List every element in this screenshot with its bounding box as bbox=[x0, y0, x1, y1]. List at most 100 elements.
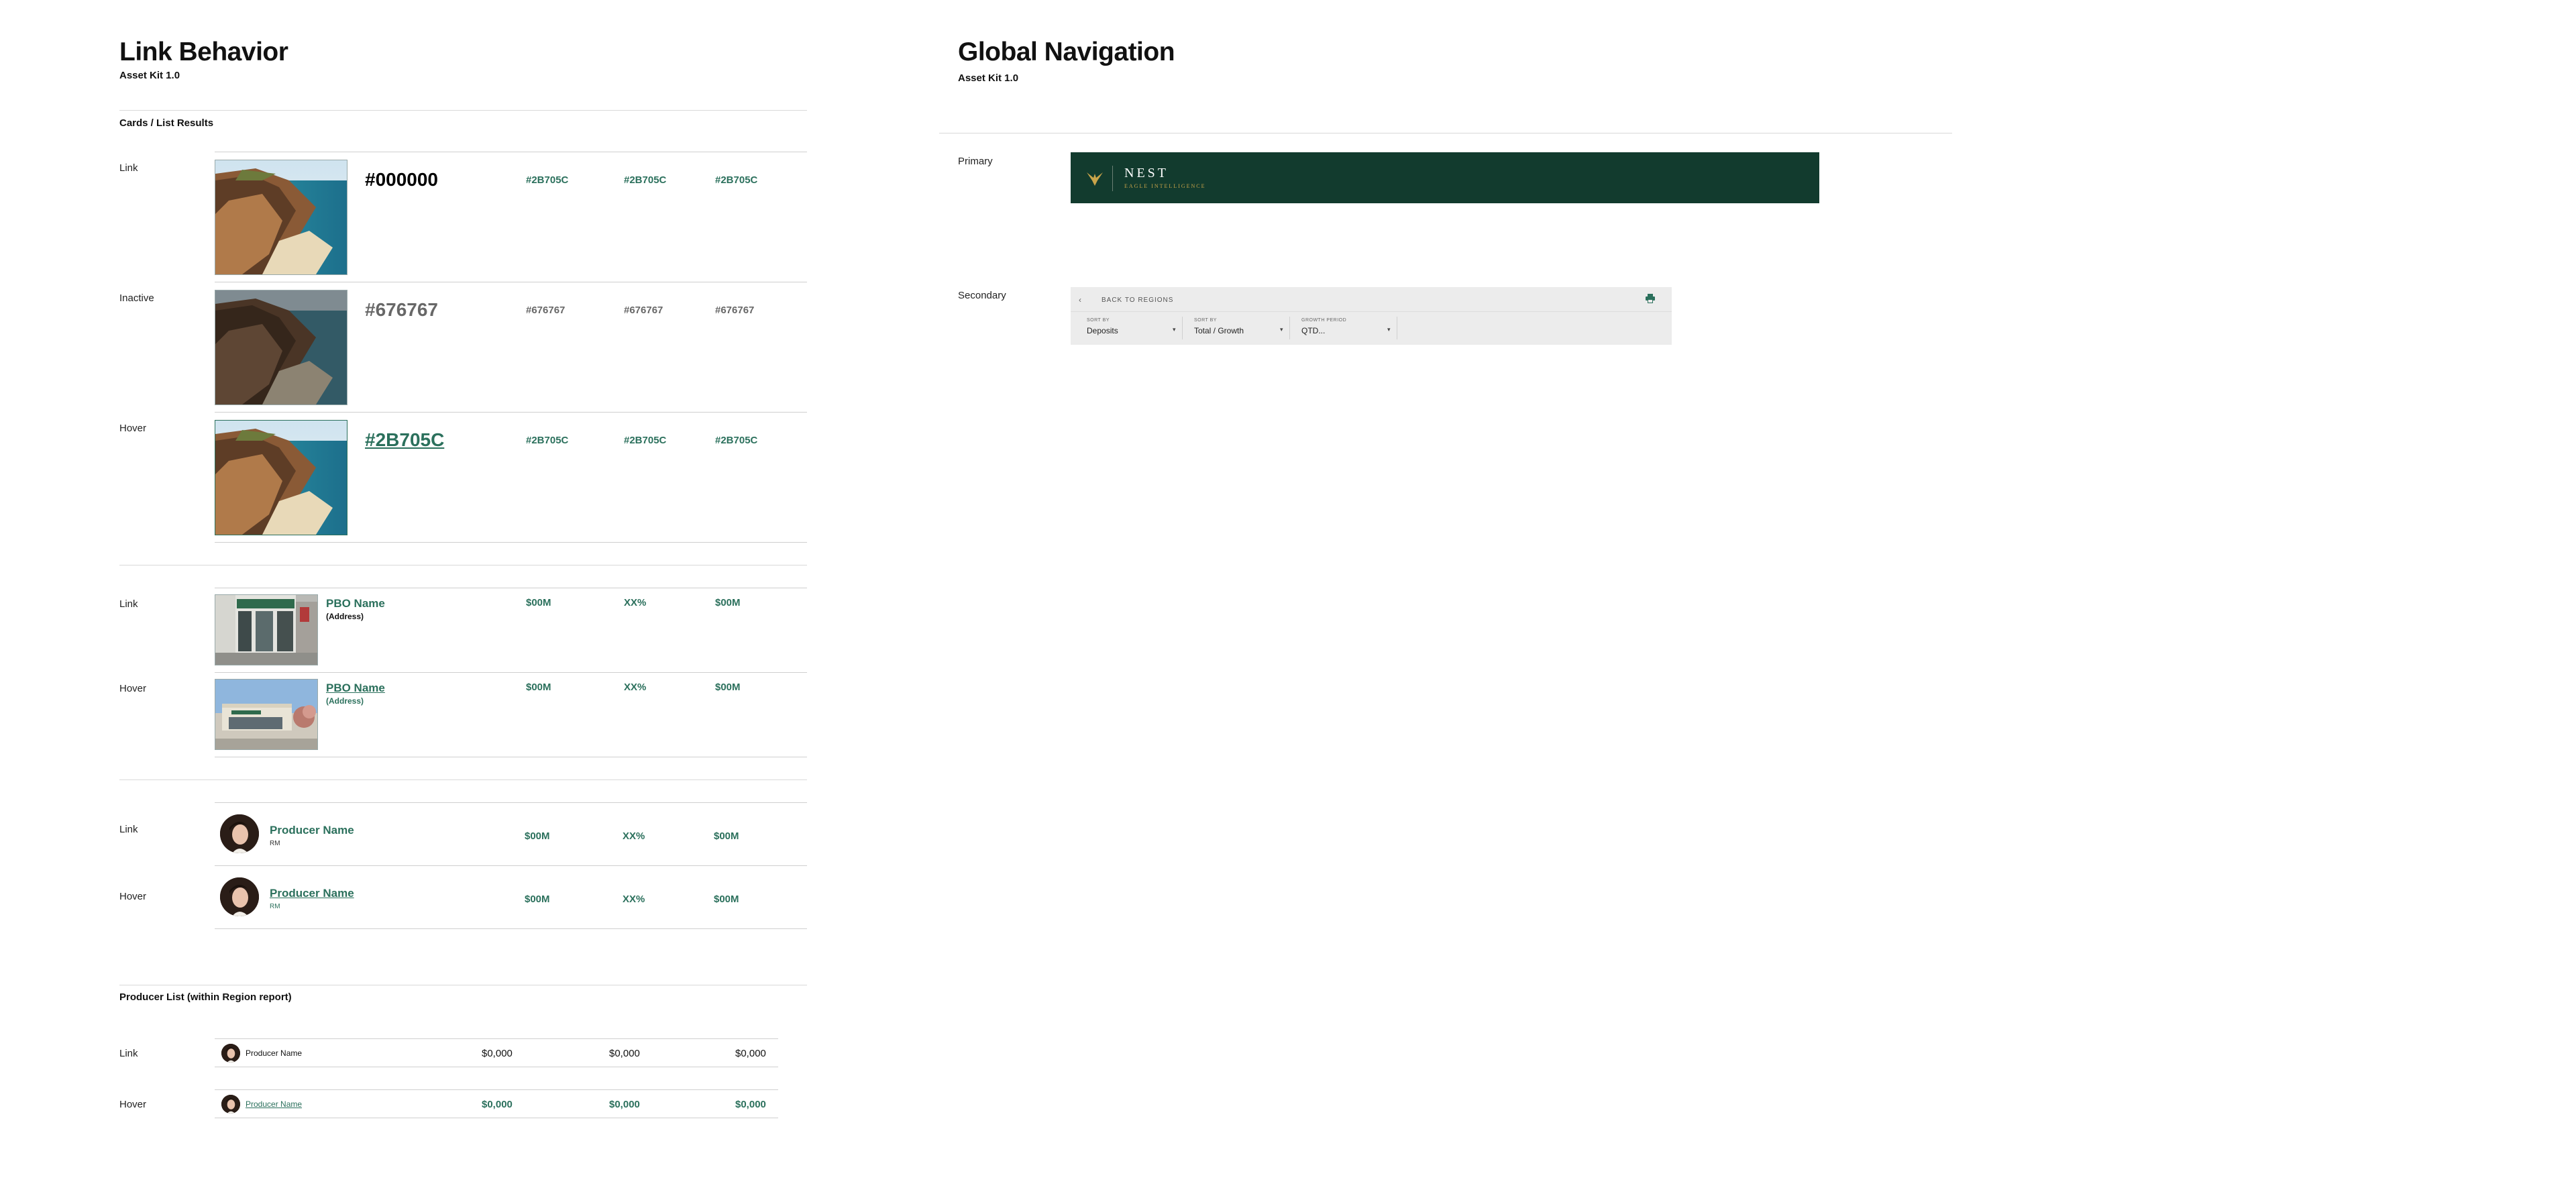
card-value: #2B705C bbox=[526, 174, 569, 186]
pbo-value: $00M bbox=[526, 682, 551, 693]
producer-value: $00M bbox=[714, 894, 739, 905]
producer-value: XX% bbox=[623, 894, 645, 905]
page-title: Link Behavior bbox=[119, 38, 288, 66]
producer-value: XX% bbox=[623, 830, 645, 842]
producer-list-value: $0,000 bbox=[482, 1099, 513, 1110]
card-thumbnail[interactable] bbox=[215, 420, 347, 535]
state-label-inactive: Inactive bbox=[119, 292, 154, 304]
card-title[interactable]: #2B705C bbox=[365, 429, 444, 451]
divider bbox=[215, 865, 807, 866]
pbo-value: XX% bbox=[624, 597, 647, 608]
pbo-thumbnail[interactable] bbox=[215, 679, 318, 750]
dropdown-caption: SORT BY bbox=[1087, 318, 1110, 323]
dropdown-caption: GROWTH PERIOD bbox=[1301, 318, 1347, 323]
producer-avatar[interactable] bbox=[220, 814, 259, 853]
pbo-value: $00M bbox=[715, 682, 741, 693]
card-title[interactable]: #000000 bbox=[365, 169, 438, 191]
producer-list-name[interactable]: Producer Name bbox=[246, 1048, 302, 1058]
divider bbox=[215, 672, 807, 673]
card-thumbnail bbox=[215, 290, 347, 405]
caret-down-icon: ▾ bbox=[1173, 326, 1176, 333]
state-label-hover: Hover bbox=[119, 683, 147, 694]
pbo-value: XX% bbox=[624, 682, 647, 693]
card-value: #2B705C bbox=[715, 435, 758, 446]
pbo-name-link[interactable]: PBO Name bbox=[326, 682, 385, 695]
dropdown-value: QTD... bbox=[1301, 326, 1326, 335]
brand-tagline: EAGLE INTELLIGENCE bbox=[1124, 183, 1206, 189]
divider bbox=[215, 412, 807, 413]
primary-label: Primary bbox=[958, 156, 993, 167]
producer-value: $00M bbox=[714, 830, 739, 842]
pbo-name-link[interactable]: PBO Name bbox=[326, 597, 385, 610]
producer-avatar[interactable] bbox=[221, 1044, 240, 1063]
producer-value: $00M bbox=[525, 830, 550, 842]
state-label-hover: Hover bbox=[119, 1099, 147, 1110]
producer-list-value: $0,000 bbox=[609, 1099, 640, 1110]
producer-list-value: $0,000 bbox=[482, 1048, 513, 1059]
state-label-link: Link bbox=[119, 162, 138, 174]
pbo-address: (Address) bbox=[326, 696, 364, 706]
page-title: Global Navigation bbox=[958, 38, 1175, 66]
state-label-hover: Hover bbox=[119, 423, 147, 434]
producer-list-value: $0,000 bbox=[735, 1048, 766, 1059]
dropdown-value: Total / Growth bbox=[1194, 326, 1244, 335]
producer-list-value: $0,000 bbox=[609, 1048, 640, 1059]
card-title: #676767 bbox=[365, 299, 439, 320]
pbo-thumbnail[interactable] bbox=[215, 594, 318, 665]
producer-value: $00M bbox=[525, 894, 550, 905]
section-title-producer-list: Producer List (within Region report) bbox=[119, 991, 292, 1003]
pbo-value: $00M bbox=[715, 597, 741, 608]
pbo-value: $00M bbox=[526, 597, 551, 608]
card-value: #2B705C bbox=[526, 435, 569, 446]
card-thumbnail[interactable] bbox=[215, 160, 347, 275]
state-label-hover: Hover bbox=[119, 891, 147, 902]
secondary-label: Secondary bbox=[958, 290, 1006, 301]
card-value: #676767 bbox=[624, 305, 663, 316]
primary-nav-bar: NEST EAGLE INTELLIGENCE bbox=[1071, 152, 1819, 203]
card-value: #676767 bbox=[715, 305, 755, 316]
page-subtitle: Asset Kit 1.0 bbox=[958, 72, 1019, 84]
caret-down-icon: ▾ bbox=[1387, 326, 1391, 333]
print-icon[interactable] bbox=[1645, 294, 1656, 303]
producer-name-link[interactable]: Producer Name bbox=[270, 824, 354, 837]
divider bbox=[215, 542, 807, 543]
producer-role: RM bbox=[270, 840, 280, 847]
eagle-icon[interactable] bbox=[1085, 170, 1104, 187]
sort-by-dropdown[interactable]: SORT BY Deposits ▾ bbox=[1076, 314, 1182, 342]
divider bbox=[119, 110, 807, 111]
brand-name[interactable]: NEST bbox=[1124, 166, 1169, 181]
growth-period-dropdown[interactable]: GROWTH PERIOD QTD... ▾ bbox=[1291, 314, 1397, 342]
divider bbox=[215, 928, 807, 929]
producer-name-link[interactable]: Producer Name bbox=[270, 887, 354, 900]
section-title-cards: Cards / List Results bbox=[119, 117, 214, 129]
card-value: #2B705C bbox=[624, 435, 667, 446]
producer-list-value: $0,000 bbox=[735, 1099, 766, 1110]
divider bbox=[215, 802, 807, 803]
dropdown-value: Deposits bbox=[1087, 326, 1118, 335]
page-subtitle: Asset Kit 1.0 bbox=[119, 70, 180, 81]
divider bbox=[215, 1038, 778, 1039]
dropdown-caption: SORT BY bbox=[1194, 318, 1217, 323]
card-value: #676767 bbox=[526, 305, 566, 316]
chevron-left-icon[interactable]: ‹ bbox=[1079, 295, 1081, 305]
state-label-link: Link bbox=[119, 598, 138, 610]
divider bbox=[1071, 311, 1672, 312]
divider bbox=[1182, 317, 1183, 339]
producer-avatar[interactable] bbox=[220, 877, 259, 916]
secondary-nav-bar: ‹ BACK TO REGIONS SORT BY Deposits ▾ SOR… bbox=[1071, 287, 1672, 345]
sort-by-dropdown[interactable]: SORT BY Total / Growth ▾ bbox=[1183, 314, 1289, 342]
divider bbox=[119, 779, 807, 780]
producer-avatar[interactable] bbox=[221, 1095, 240, 1114]
divider bbox=[1112, 166, 1113, 191]
card-value: #2B705C bbox=[715, 174, 758, 186]
divider bbox=[215, 1089, 778, 1090]
state-label-link: Link bbox=[119, 1048, 138, 1059]
producer-role: RM bbox=[270, 903, 280, 910]
caret-down-icon: ▾ bbox=[1280, 326, 1283, 333]
divider bbox=[1289, 317, 1290, 339]
state-label-link: Link bbox=[119, 824, 138, 835]
pbo-address: (Address) bbox=[326, 612, 364, 621]
back-to-regions-link[interactable]: BACK TO REGIONS bbox=[1102, 296, 1173, 304]
card-value: #2B705C bbox=[624, 174, 667, 186]
producer-list-name[interactable]: Producer Name bbox=[246, 1099, 302, 1109]
